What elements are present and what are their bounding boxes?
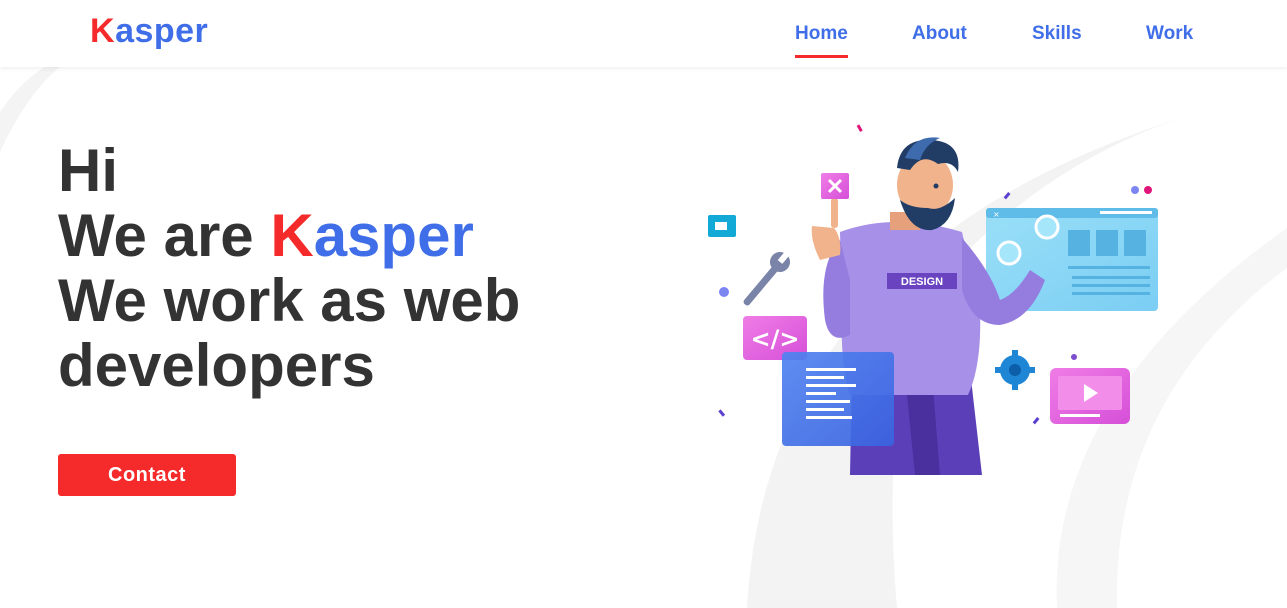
- svg-text:×: ×: [993, 210, 1000, 219]
- close-icon: [821, 173, 849, 199]
- hero-line-hi: Hi: [58, 137, 118, 204]
- confetti-dot: [1144, 186, 1152, 194]
- main-nav: Home About Skills Work: [0, 0, 1287, 67]
- hero-we-are-text: We are: [58, 202, 271, 269]
- nav-link-home[interactable]: Home: [795, 23, 848, 58]
- hero-line-work: We work as web: [58, 267, 521, 334]
- hero-heading: Hi We are Kasper We work as web develope…: [58, 138, 520, 398]
- shirt-label: DESIGN: [901, 276, 943, 288]
- nav-link-about[interactable]: About: [912, 23, 967, 55]
- wrench-icon: [743, 250, 791, 306]
- code-tag-text: </>: [751, 325, 800, 353]
- confetti-dot: [719, 287, 729, 297]
- confetti-dash: [1003, 192, 1011, 200]
- confetti-dot: [1131, 186, 1139, 194]
- confetti-dot: [1071, 354, 1077, 360]
- hero-line-we-are: We are Kasper: [58, 203, 520, 268]
- background-arc-left: [0, 67, 60, 152]
- confetti-dash: [856, 124, 863, 132]
- code-document: [782, 352, 894, 446]
- site-header: Kasper Home About Skills Work: [0, 0, 1287, 67]
- confetti-dash: [718, 409, 726, 417]
- nav-link-skills[interactable]: Skills: [1032, 23, 1082, 55]
- hero-brand-first-letter: K: [270, 202, 314, 269]
- hero-illustration: × DESIGN </>: [708, 124, 1158, 475]
- hero-line-developers: developers: [58, 332, 375, 399]
- confetti-dash: [1032, 417, 1040, 425]
- video-player-icon: [1050, 368, 1130, 424]
- gear-icon: [995, 350, 1035, 390]
- nav-link-work[interactable]: Work: [1146, 23, 1193, 55]
- hero-brand-rest: asper: [313, 202, 474, 269]
- chat-icon: [708, 215, 736, 237]
- contact-button[interactable]: Contact: [58, 454, 236, 496]
